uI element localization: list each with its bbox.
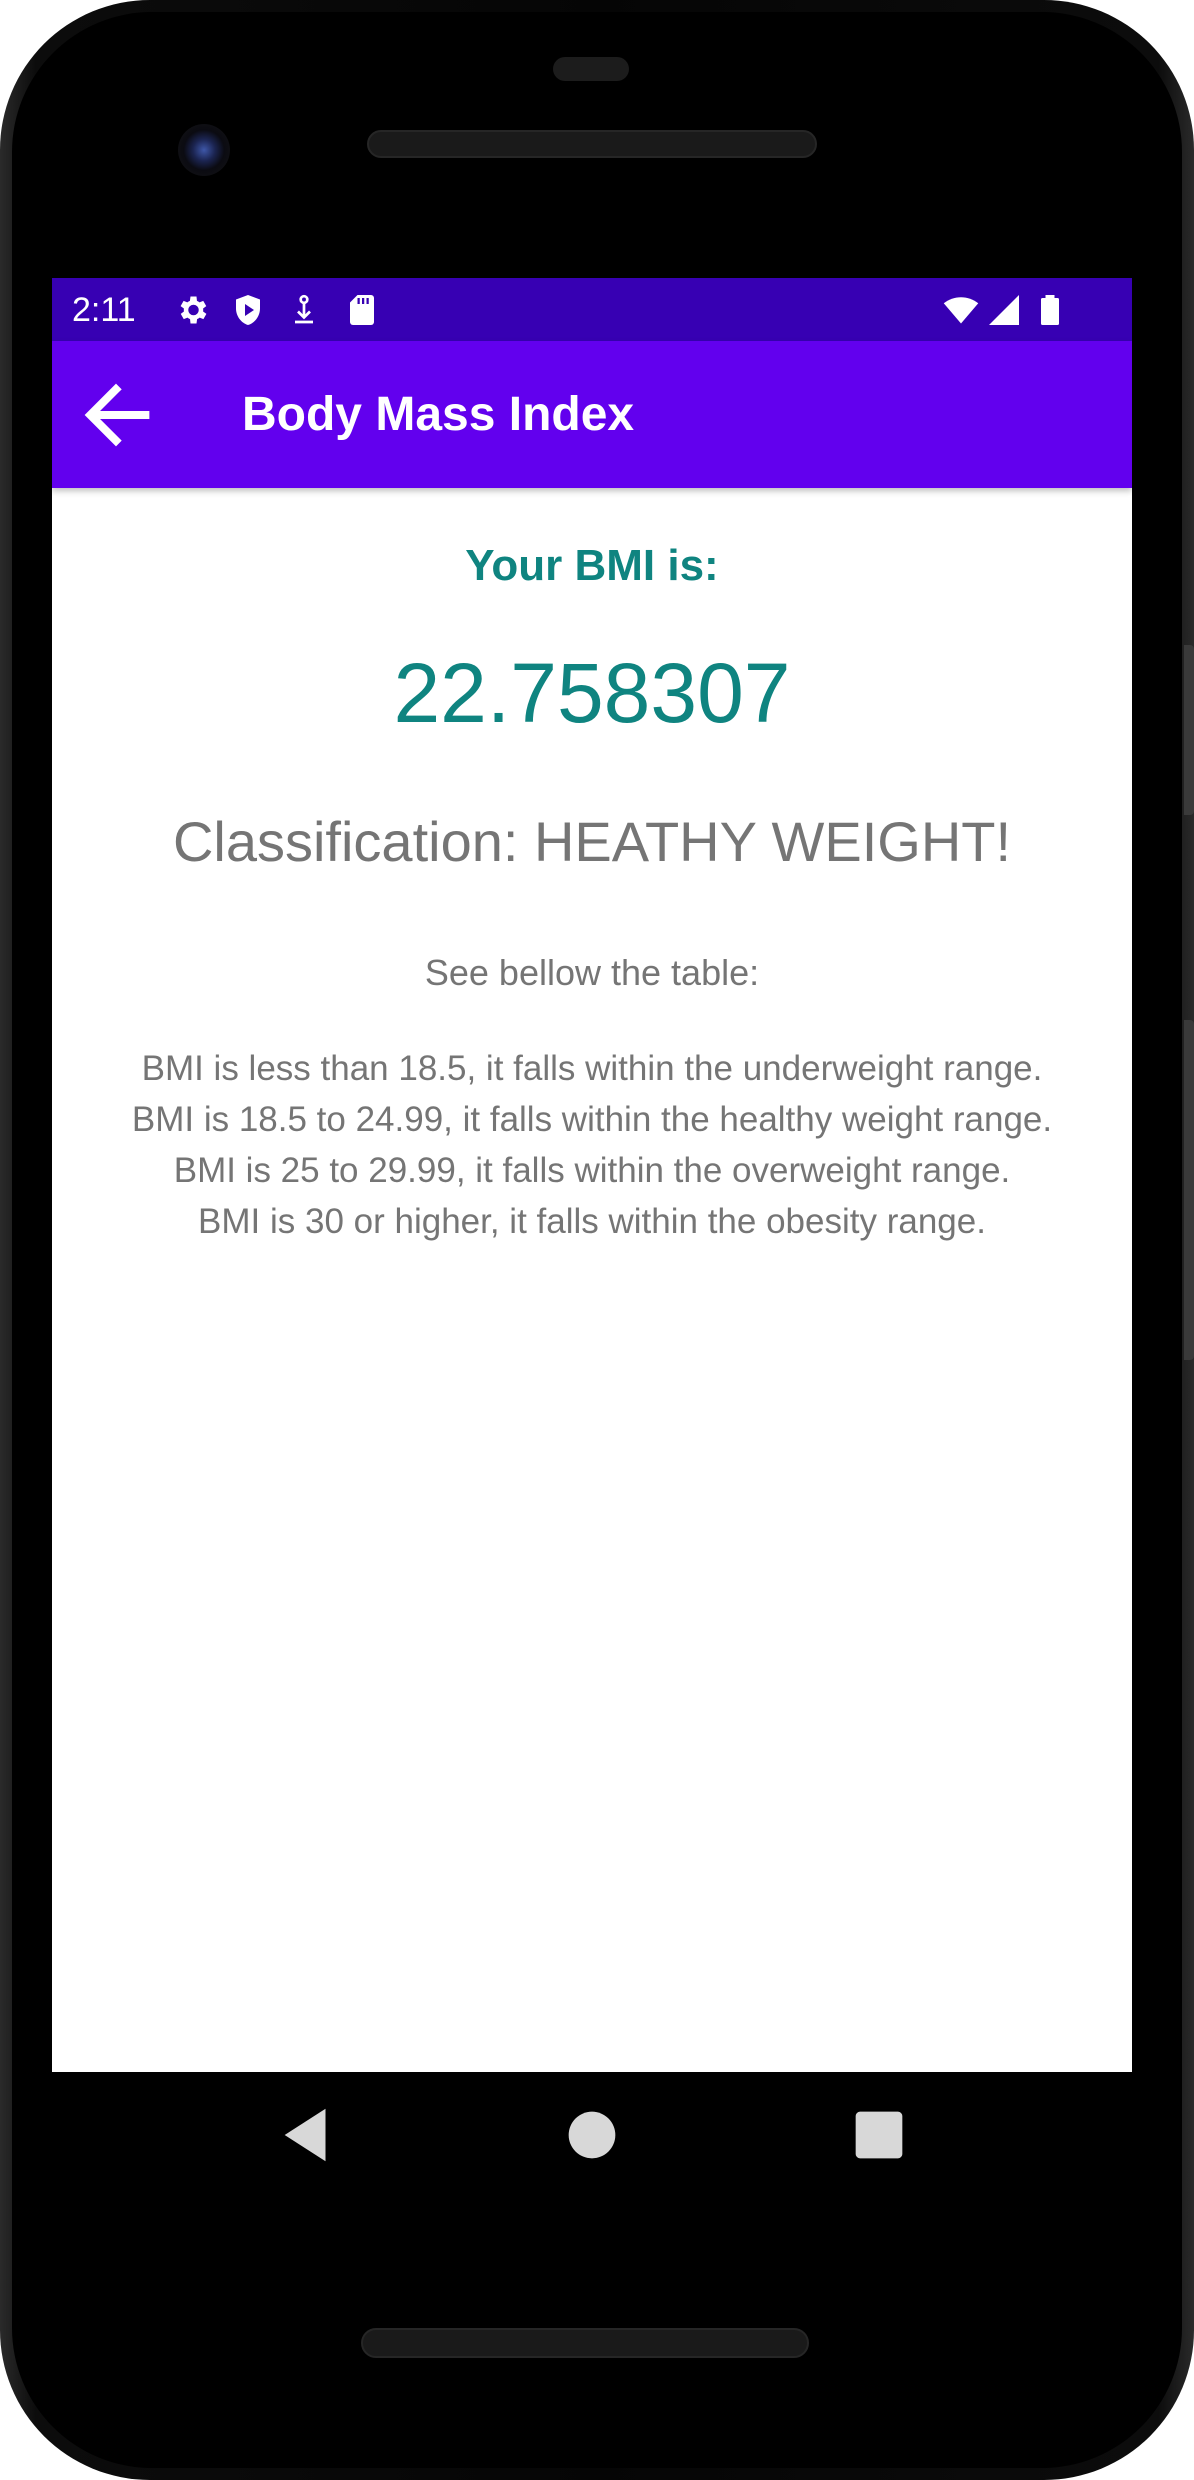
- power-button: [1184, 645, 1194, 815]
- download-icon: [295, 294, 313, 324]
- earpiece: [553, 57, 629, 81]
- classification-text: Classification: HEATHY WEIGHT!: [172, 810, 1012, 873]
- front-camera-icon: [178, 124, 230, 176]
- shield-play-icon: [236, 295, 260, 325]
- screen: 2:11 Body Mass Index Your BMI is: 22.758…: [52, 278, 1132, 2072]
- page-title: Body Mass Index: [242, 388, 635, 441]
- home-circle-icon[interactable]: [557, 2100, 627, 2170]
- gear-icon: [180, 296, 207, 324]
- bmi-range-table: BMI is less than 18.5, it falls within t…: [52, 1043, 1132, 1247]
- bmi-range-line-obesity: BMI is 30 or higher, it falls within the…: [198, 1202, 986, 1241]
- volume-button: [1184, 1020, 1194, 1360]
- status-time: 2:11: [72, 291, 136, 329]
- bmi-range-line-underweight: BMI is less than 18.5, it falls within t…: [141, 1049, 1043, 1088]
- wifi-icon: [943, 297, 979, 324]
- sd-card-icon: [350, 295, 374, 325]
- top-speaker: [367, 130, 817, 158]
- bottom-speaker: [361, 2328, 809, 2358]
- battery-icon: [1041, 295, 1059, 325]
- status-bar: 2:11: [52, 278, 1132, 341]
- table-intro-text: See bellow the table:: [424, 952, 760, 993]
- navigation-bar: [52, 2072, 1132, 2198]
- bmi-range-line-healthy: BMI is 18.5 to 24.99, it falls within th…: [131, 1100, 1053, 1139]
- arrow-back-icon[interactable]: [72, 371, 160, 459]
- recents-square-icon[interactable]: [844, 2100, 914, 2170]
- cellular-signal-icon: [989, 295, 1019, 325]
- bmi-value: 22.758307: [393, 646, 791, 740]
- app-bar: Body Mass Index: [52, 341, 1132, 488]
- bmi-label: Your BMI is:: [465, 541, 719, 590]
- bmi-range-line-overweight: BMI is 25 to 29.99, it falls within the …: [173, 1151, 1011, 1190]
- back-triangle-icon[interactable]: [273, 2100, 343, 2170]
- phone-frame: 2:11 Body Mass Index Your BMI is: 22.758…: [0, 0, 1194, 2480]
